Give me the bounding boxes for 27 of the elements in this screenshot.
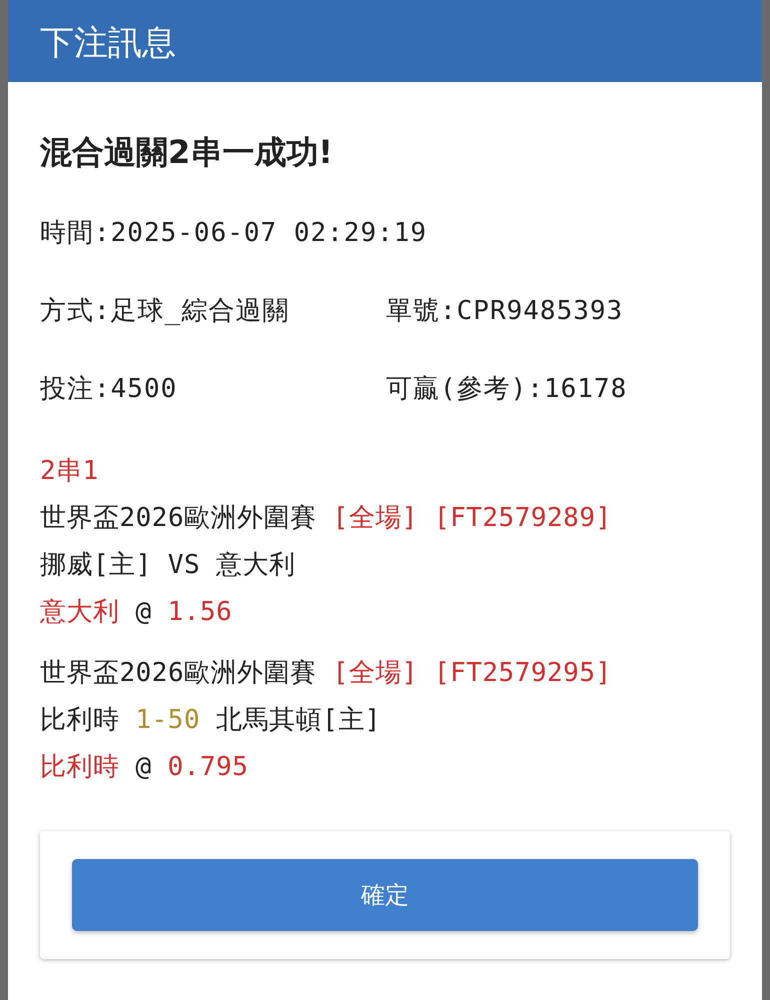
bet-type: [全場] bbox=[332, 657, 418, 690]
match-id: [FT2579289] bbox=[434, 502, 612, 535]
at-sign: @ bbox=[136, 596, 152, 629]
team-name: 比利時 bbox=[40, 704, 120, 737]
odds-value: 1.56 bbox=[168, 596, 232, 629]
info-text: 單號:CPR9485393 bbox=[386, 295, 624, 328]
league-name: 世界盃2026歐洲外圍賽 bbox=[40, 657, 317, 690]
info-text: 時間:2025-06-07 02:29:19 bbox=[40, 217, 428, 250]
handicap-text: 1-50 bbox=[136, 704, 200, 737]
info-text: 投注:4500 bbox=[40, 373, 178, 406]
league-name: 世界盃2026歐洲外圍賽 bbox=[40, 502, 317, 535]
pick-team: 比利時 bbox=[40, 751, 120, 784]
match-id: [FT2579295] bbox=[434, 657, 612, 690]
info-text: 可贏(參考):16178 bbox=[386, 373, 628, 406]
bet-type: [全場] bbox=[332, 502, 418, 535]
confirm-button[interactable]: 確定 bbox=[72, 859, 698, 931]
team-name: 意大利 bbox=[216, 549, 296, 582]
team-name: 北馬其頓[主] bbox=[216, 704, 381, 737]
info-text: 方式:足球_綜合過關 bbox=[40, 295, 290, 328]
dialog-title: 下注訊息 bbox=[40, 22, 176, 64]
versus-text: VS bbox=[168, 549, 200, 582]
team-name: 挪威[主] bbox=[40, 549, 152, 582]
odds-value: 0.795 bbox=[168, 751, 248, 784]
at-sign: @ bbox=[136, 751, 152, 784]
pick-team: 意大利 bbox=[40, 596, 120, 629]
success-heading: 混合過關2串一成功! bbox=[40, 132, 334, 173]
parlay-label: 2串1 bbox=[40, 455, 100, 488]
